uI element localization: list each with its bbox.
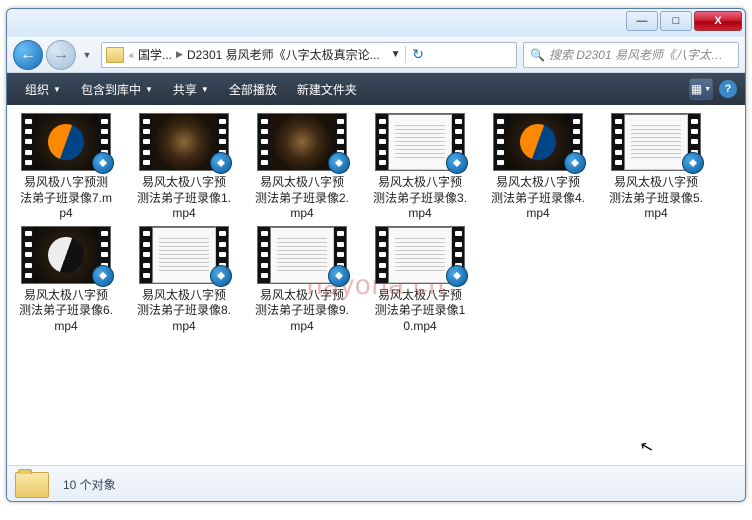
address-dropdown-icon[interactable]: ▼ <box>383 49 405 60</box>
help-button[interactable]: ? <box>719 80 737 98</box>
status-bar: 10 个对象 <box>7 465 745 502</box>
file-thumbnail <box>139 113 229 171</box>
video-badge-icon <box>328 265 350 287</box>
nav-history-dropdown[interactable]: ▼ <box>79 44 95 66</box>
playall-button[interactable]: 全部播放 <box>219 73 287 105</box>
file-thumbnail <box>611 113 701 171</box>
titlebar: — □ X <box>7 9 745 37</box>
newfolder-button[interactable]: 新建文件夹 <box>287 73 367 105</box>
file-item[interactable]: 易风太极八字预测法弟子班录像2.mp4 <box>255 113 349 222</box>
back-button[interactable]: ← <box>13 40 43 70</box>
view-options-button[interactable]: ▦▼ <box>689 78 713 100</box>
file-item[interactable]: 易风太极八字预测法弟子班录像4.mp4 <box>491 113 585 222</box>
file-thumbnail <box>139 226 229 284</box>
file-name: 易风太极八字预测法弟子班录像10.mp4 <box>373 288 467 335</box>
command-toolbar: 组织▼ 包含到库中▼ 共享▼ 全部播放 新建文件夹 ▦▼ ? <box>7 73 745 105</box>
file-list-pane[interactable]: nayona.cn ↖ 易风极八字预测法弟子班录像7.mp4易风太极八字预测法弟… <box>7 105 745 465</box>
file-thumbnail <box>257 113 347 171</box>
video-badge-icon <box>210 265 232 287</box>
search-icon: 🔍 <box>530 48 545 62</box>
file-item[interactable]: 易风太极八字预测法弟子班录像8.mp4 <box>137 226 231 335</box>
video-badge-icon <box>210 152 232 174</box>
crumb-2[interactable]: D2301 易风老师《八字太极真宗论... <box>184 46 383 63</box>
status-text: 10 个对象 <box>63 476 116 493</box>
status-folder-icon <box>15 472 49 498</box>
crumb-overflow[interactable]: « <box>128 50 135 60</box>
file-name: 易风太极八字预测法弟子班录像9.mp4 <box>255 288 349 335</box>
file-item[interactable]: 易风太极八字预测法弟子班录像6.mp4 <box>19 226 113 335</box>
cursor-icon: ↖ <box>637 436 655 459</box>
file-name: 易风太极八字预测法弟子班录像6.mp4 <box>19 288 113 335</box>
file-item[interactable]: 易风太极八字预测法弟子班录像5.mp4 <box>609 113 703 222</box>
file-name: 易风太极八字预测法弟子班录像1.mp4 <box>137 175 231 222</box>
file-thumbnail <box>257 226 347 284</box>
file-name: 易风太极八字预测法弟子班录像2.mp4 <box>255 175 349 222</box>
include-menu[interactable]: 包含到库中▼ <box>71 73 163 105</box>
video-badge-icon <box>682 152 704 174</box>
video-badge-icon <box>92 265 114 287</box>
minimize-button[interactable]: — <box>626 11 658 31</box>
maximize-button[interactable]: □ <box>660 11 692 31</box>
folder-icon <box>106 47 124 63</box>
organize-menu[interactable]: 组织▼ <box>15 73 71 105</box>
file-item[interactable]: 易风太极八字预测法弟子班录像3.mp4 <box>373 113 467 222</box>
file-name: 易风太极八字预测法弟子班录像4.mp4 <box>491 175 585 222</box>
file-item[interactable]: 易风极八字预测法弟子班录像7.mp4 <box>19 113 113 222</box>
file-name: 易风太极八字预测法弟子班录像5.mp4 <box>609 175 703 222</box>
video-badge-icon <box>92 152 114 174</box>
search-placeholder: 搜索 D2301 易风老师《八字太极... <box>549 46 732 63</box>
refresh-button[interactable]: ↻ <box>405 46 431 63</box>
video-badge-icon <box>564 152 586 174</box>
close-button[interactable]: X <box>694 11 742 31</box>
file-thumbnail <box>375 113 465 171</box>
video-badge-icon <box>446 152 468 174</box>
crumb-1[interactable]: 国学... <box>135 46 175 63</box>
video-badge-icon <box>446 265 468 287</box>
file-item[interactable]: 易风太极八字预测法弟子班录像1.mp4 <box>137 113 231 222</box>
file-thumbnail <box>21 226 111 284</box>
file-thumbnail <box>493 113 583 171</box>
file-name: 易风极八字预测法弟子班录像7.mp4 <box>19 175 113 222</box>
file-thumbnail <box>21 113 111 171</box>
file-thumbnail <box>375 226 465 284</box>
file-item[interactable]: 易风太极八字预测法弟子班录像9.mp4 <box>255 226 349 335</box>
video-badge-icon <box>328 152 350 174</box>
forward-button[interactable]: → <box>46 40 76 70</box>
nav-bar: ← → ▼ « 国学... ▶ D2301 易风老师《八字太极真宗论... ▼ … <box>7 37 745 73</box>
crumb-sep-icon[interactable]: ▶ <box>175 49 184 60</box>
share-menu[interactable]: 共享▼ <box>163 73 219 105</box>
explorer-window: — □ X ← → ▼ « 国学... ▶ D2301 易风老师《八字太极真宗论… <box>6 8 746 502</box>
address-bar[interactable]: « 国学... ▶ D2301 易风老师《八字太极真宗论... ▼ ↻ <box>101 42 517 68</box>
file-item[interactable]: 易风太极八字预测法弟子班录像10.mp4 <box>373 226 467 335</box>
file-name: 易风太极八字预测法弟子班录像8.mp4 <box>137 288 231 335</box>
file-name: 易风太极八字预测法弟子班录像3.mp4 <box>373 175 467 222</box>
search-box[interactable]: 🔍 搜索 D2301 易风老师《八字太极... <box>523 42 739 68</box>
